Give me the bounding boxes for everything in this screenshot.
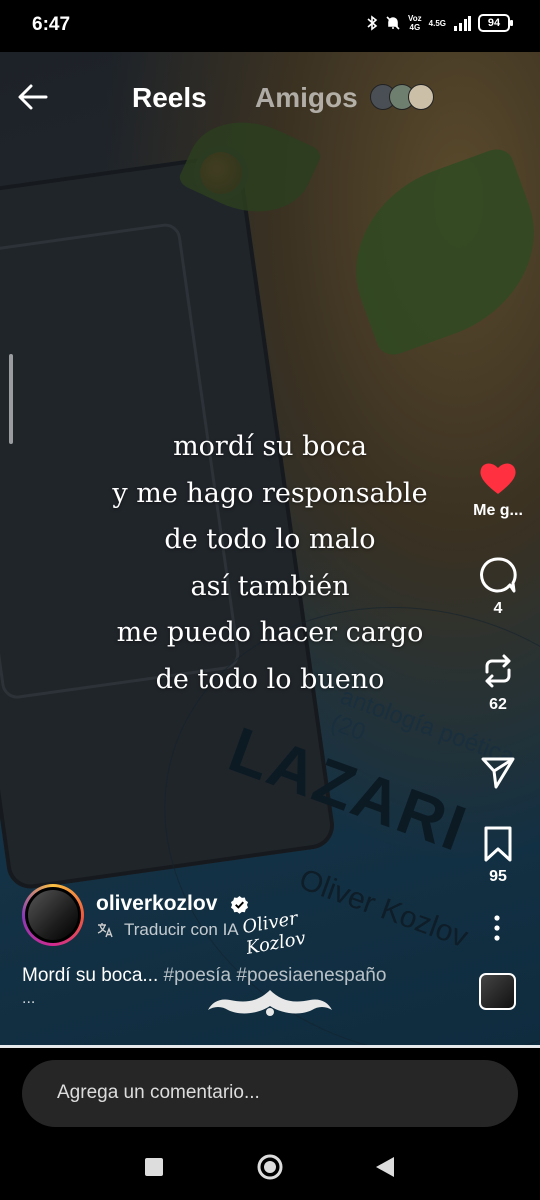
comments-count: 4 <box>493 600 503 617</box>
share-button[interactable] <box>456 754 540 790</box>
bluetooth-icon <box>367 15 378 31</box>
status-icons: Voz 4G 4.5G 94 <box>366 14 513 32</box>
signal-icon <box>454 16 471 31</box>
author-avatar[interactable] <box>22 884 84 946</box>
comment-placeholder: Agrega un comentario... <box>57 1082 260 1103</box>
background-leaf <box>328 144 540 360</box>
like-button[interactable]: Me g... <box>456 460 540 520</box>
friend-avatars[interactable] <box>370 84 434 110</box>
comment-input[interactable]: Agrega un comentario... <box>22 1060 518 1127</box>
heart-filled-icon <box>480 463 516 494</box>
recents-square-icon[interactable] <box>144 1157 164 1177</box>
save-button[interactable]: 95 <box>456 826 540 886</box>
status-bar: 6:47 Voz 4G 4.5G 94 <box>0 0 540 52</box>
top-nav: Reels Amigos <box>0 70 540 126</box>
network-speed: 4.5G <box>428 18 446 28</box>
comment-area: Agrega un comentario... <box>0 1048 540 1138</box>
translate-button[interactable]: Traducir con IA <box>96 920 239 940</box>
author-username[interactable]: oliverkozlov <box>96 892 217 916</box>
comment-bubble-icon <box>480 557 517 593</box>
send-icon <box>481 757 515 789</box>
back-triangle-icon[interactable] <box>374 1155 396 1179</box>
verified-badge-icon <box>230 895 249 914</box>
ornament-decoration <box>208 990 332 1016</box>
battery-indicator: 94 <box>478 14 513 32</box>
mute-bell-icon <box>386 16 400 30</box>
caption-tags[interactable]: #poesía #poesiaenespaño <box>164 965 387 986</box>
friend-avatar <box>408 84 434 110</box>
caption-more[interactable]: ... <box>22 990 35 1008</box>
reposts-count: 62 <box>489 696 507 713</box>
caption-text: Mordí su boca... <box>22 965 164 986</box>
tab-reels[interactable]: Reels <box>132 82 207 114</box>
translate-icon <box>97 923 113 938</box>
author-row: oliverkozlov Traducir con IA <box>22 884 249 946</box>
comment-button[interactable]: 4 <box>456 556 540 618</box>
back-arrow-icon[interactable] <box>16 80 50 114</box>
more-options-icon[interactable] <box>486 913 508 943</box>
audio-thumbnail[interactable] <box>479 973 516 1010</box>
like-label: Me g... <box>473 502 523 519</box>
status-time: 6:47 <box>32 14 71 35</box>
repost-button[interactable]: 62 <box>456 652 540 714</box>
home-circle-icon[interactable] <box>256 1153 284 1181</box>
translate-label: Traducir con IA <box>124 920 239 939</box>
bookmark-icon <box>484 826 512 862</box>
network-type: Voz 4G <box>408 14 422 32</box>
repost-icon <box>485 654 511 688</box>
tab-friends[interactable]: Amigos <box>255 82 358 114</box>
saves-count: 95 <box>489 868 507 885</box>
system-navigation <box>0 1138 540 1200</box>
